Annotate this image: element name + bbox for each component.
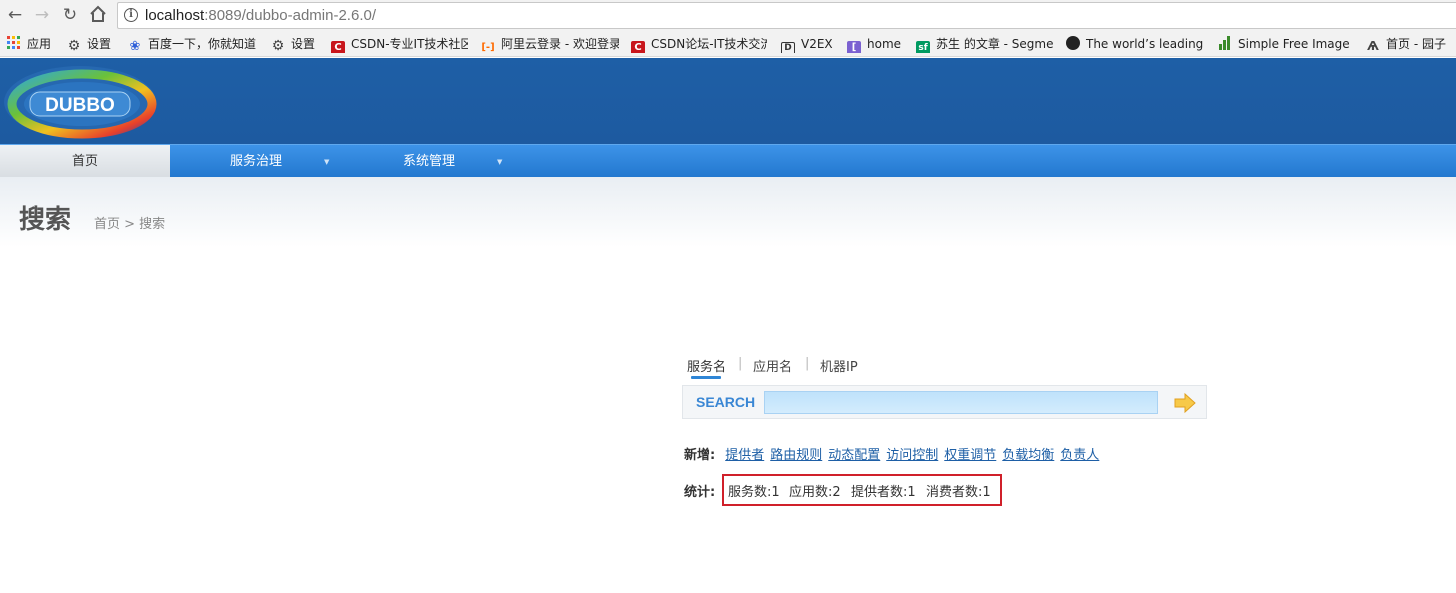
bookmark-label: 应用	[27, 37, 52, 51]
stats-label: 统计:	[684, 481, 725, 500]
stat-consumers: 消费者数:1	[926, 485, 991, 500]
address-bar[interactable]: i localhost:8089/dubbo-admin-2.6.0/	[117, 2, 1456, 29]
bookmark-settings-2[interactable]: ⚙ 设置	[271, 35, 315, 53]
github-icon	[1066, 36, 1080, 50]
bookmark-aliyun[interactable]: [-] 阿里云登录 - 欢迎登录	[481, 35, 619, 53]
csdn-icon: C	[631, 41, 645, 53]
url-text: localhost:8089/dubbo-admin-2.6.0/	[145, 7, 376, 24]
page-header-band	[0, 177, 1456, 247]
nav-label: 首页	[71, 154, 98, 169]
bookmark-label: 百度一下，你就知道	[148, 37, 257, 51]
caret-down-icon: ▼	[324, 158, 330, 166]
add-access-link[interactable]: 访问控制	[886, 448, 938, 463]
bookmark-label: V2EX	[801, 37, 833, 51]
bookmark-csdn-forum[interactable]: C CSDN论坛-IT技术交流	[631, 35, 767, 53]
nav-item-home[interactable]: 首页	[0, 145, 170, 178]
bookmark-label: The world’s leading	[1086, 37, 1204, 51]
add-label: 新增:	[684, 448, 716, 463]
url-host: localhost	[145, 7, 205, 24]
add-weight-link[interactable]: 权重调节	[944, 448, 996, 463]
breadcrumb[interactable]: 首页 > 搜索	[94, 213, 165, 232]
segmentfault-icon: sf	[916, 41, 930, 53]
search-panel: SEARCH	[682, 385, 1207, 419]
nav-label: 服务治理	[230, 154, 283, 169]
add-loadbalance-link[interactable]: 负载均衡	[1002, 448, 1054, 463]
arrow-right-icon	[1174, 392, 1196, 414]
bookmark-label: CSDN-专业IT技术社区	[351, 37, 468, 51]
nav-item-system-management[interactable]: 系统管理	[403, 145, 455, 178]
bookmark-cnblogs[interactable]: Ѧ 首页 - 园子	[1366, 35, 1456, 53]
search-input[interactable]	[764, 391, 1158, 414]
stat-applications: 应用数:2	[789, 485, 841, 500]
info-icon[interactable]: i	[124, 8, 138, 22]
nav-label: 系统管理	[403, 154, 456, 169]
home-icon[interactable]	[88, 5, 108, 25]
bookmarks-bar: 应用 ⚙ 设置 ❀ 百度一下，你就知道 ⚙ 设置 C CSDN-专业IT技术社区 [-]…	[0, 31, 1456, 57]
forward-arrow-icon[interactable]: →	[32, 5, 52, 25]
gear-icon: ⚙	[67, 38, 81, 53]
active-tab-indicator	[691, 376, 721, 379]
bookmark-label: 苏生 的文章 - Segmentfault	[936, 37, 1054, 51]
bookmark-label: Simple Free Image Hosting	[1238, 37, 1354, 51]
bookmark-label: CSDN论坛-IT技术交流	[651, 37, 767, 51]
cnblogs-icon: Ѧ	[1367, 39, 1379, 53]
tab-separator: |	[738, 356, 743, 371]
caret-down-icon: ▼	[497, 158, 503, 166]
url-path: :8089/dubbo-admin-2.6.0/	[204, 7, 376, 24]
bookmark-label: 首页 - 园子	[1386, 37, 1446, 51]
logo-text: DUBBO	[45, 95, 115, 116]
bookmark-github[interactable]: The world’s leading	[1066, 35, 1204, 53]
tab-machine-ip[interactable]: 机器IP	[820, 356, 858, 375]
bookmark-csdn[interactable]: C CSDN-专业IT技术社区	[331, 35, 468, 53]
gear-icon: ⚙	[271, 38, 285, 53]
app-header: DUBBO	[0, 58, 1456, 144]
bookmark-label: 阿里云登录 - 欢迎登录	[501, 37, 619, 51]
bookmark-label: home	[867, 37, 902, 51]
apps-grid-icon	[7, 36, 21, 50]
stats-label-text: 统计:	[684, 485, 716, 500]
tab-service-name[interactable]: 服务名	[687, 356, 726, 375]
baidu-paw-icon: ❀	[129, 39, 141, 54]
csdn-icon: C	[331, 41, 345, 53]
tab-separator: |	[805, 356, 810, 371]
add-provider-link[interactable]: 提供者	[725, 448, 764, 463]
bookmark-image-hosting[interactable]: Simple Free Image Hosting	[1218, 35, 1354, 53]
bookmark-segmentfault[interactable]: sf 苏生 的文章 - Segmentfault	[916, 35, 1054, 53]
aliyun-icon: [-]	[481, 42, 495, 53]
add-config-link[interactable]: 动态配置	[828, 448, 880, 463]
search-label: SEARCH	[696, 394, 756, 410]
nav-item-service-governance[interactable]: 服务治理	[230, 145, 282, 178]
back-arrow-icon[interactable]: ←	[5, 5, 25, 25]
add-owner-link[interactable]: 负责人	[1060, 448, 1099, 463]
add-route-link[interactable]: 路由规则	[770, 448, 822, 463]
reload-icon[interactable]: ↻	[60, 5, 80, 25]
stat-services: 服务数:1	[728, 485, 780, 500]
bookmark-label: 设置	[291, 37, 316, 51]
bookmark-baidu[interactable]: ❀ 百度一下，你就知道	[128, 35, 263, 53]
bookmark-v2ex[interactable]: D V2EX	[781, 35, 833, 53]
browser-toolbar: ← → ↻ i localhost:8089/dubbo-admin-2.6.0…	[0, 0, 1456, 31]
search-go-button[interactable]	[1173, 392, 1197, 414]
add-row: 新增: 提供者 路由规则 动态配置 访问控制 权重调节 负载均衡 负责人	[684, 444, 1105, 463]
tab-app-name[interactable]: 应用名	[753, 356, 792, 375]
page-title: 搜索	[19, 205, 72, 235]
main-nav: 首页 服务治理 ▼ 系统管理 ▼	[0, 144, 1456, 178]
bookmark-apps[interactable]: 应用	[7, 35, 51, 53]
stat-providers: 提供者数:1	[851, 485, 916, 500]
bookmark-home[interactable]: [ home	[847, 35, 901, 53]
bookmark-settings-1[interactable]: ⚙ 设置	[67, 35, 111, 53]
bookmark-label: 设置	[87, 37, 112, 51]
dubbo-logo[interactable]: DUBBO	[0, 62, 160, 142]
bars-icon	[1218, 36, 1232, 50]
v2ex-icon: D	[781, 42, 795, 53]
home-bookmark-icon: [	[847, 41, 861, 53]
